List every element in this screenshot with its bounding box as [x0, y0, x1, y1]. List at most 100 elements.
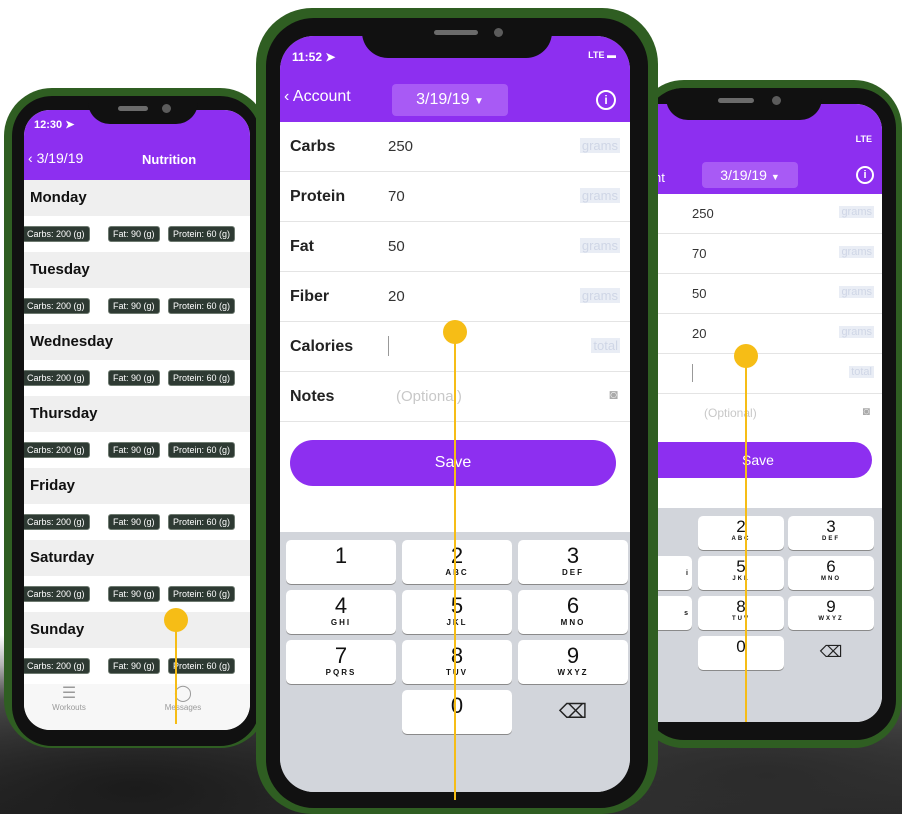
backspace-key[interactable]: ⌫	[518, 690, 628, 734]
day-header[interactable]: Monday	[24, 180, 250, 216]
macro-tag: Fat: 90 (g)	[108, 226, 160, 242]
notes-input[interactable]: (Optional)	[704, 406, 757, 420]
key-9[interactable]: 9 WXYZ	[518, 640, 628, 684]
macro-tag: Fat: 90 (g)	[108, 442, 160, 458]
form-row-fiber[interactable]: Fiber 20 grams	[280, 272, 630, 322]
caret-down-icon: ▼	[770, 172, 780, 182]
key-digit: 8	[736, 597, 746, 616]
key-digit: 7	[334, 643, 348, 668]
key-digit: 5	[736, 557, 746, 576]
macro-tag: Protein: 60 (g)	[168, 298, 236, 314]
key-6[interactable]: 6 MNO	[518, 590, 628, 634]
field-label: Fat	[290, 238, 314, 255]
day-header[interactable]: Friday	[24, 468, 250, 504]
save-button[interactable]: Save	[644, 442, 872, 478]
form-row[interactable]: 50 grams	[644, 274, 882, 314]
notes-row[interactable]: (Optional) ◙	[644, 394, 882, 434]
field-value[interactable]: 70	[388, 188, 405, 205]
unit-label: grams	[839, 206, 874, 218]
day-header[interactable]: Saturday	[24, 540, 250, 576]
backspace-key[interactable]: ⌫	[788, 636, 874, 670]
form-row-fat[interactable]: Fat 50 grams	[280, 222, 630, 272]
unit-label: grams	[579, 288, 620, 303]
form-row[interactable]: 250 grams	[644, 194, 882, 234]
form-row[interactable]: 70 grams	[644, 234, 882, 274]
back-button[interactable]: ‹ 3/19/19	[28, 150, 83, 166]
key-letters: DEF	[822, 536, 840, 542]
tab-messages[interactable]: ◯ Messages	[156, 683, 210, 712]
key-6[interactable]: 6 MNO	[788, 556, 874, 590]
text-cursor[interactable]	[692, 364, 693, 382]
day-header[interactable]: Thursday	[24, 396, 250, 432]
right-phone-frame: LTE nt 3/19/19 ▼ i Save 2 ABC 3 DEF 5 JKL 6 MNO…	[636, 80, 902, 748]
save-button[interactable]: Save	[290, 440, 616, 486]
unit-label: grams	[579, 238, 620, 253]
field-value[interactable]: 250	[692, 206, 714, 221]
day-header[interactable]: Sunday	[24, 612, 250, 648]
macro-tag: Carbs: 200 (g)	[24, 658, 90, 674]
notes-input[interactable]: (Optional)	[396, 388, 462, 405]
form-row-protein[interactable]: Protein 70 grams	[280, 172, 630, 222]
form-row-carbs[interactable]: Carbs 250 grams	[280, 122, 630, 172]
date-value: 3/19/19	[720, 167, 767, 183]
key-letters: JKL	[446, 618, 468, 627]
key-7[interactable]: 7 PQRS	[286, 640, 396, 684]
key-digit: 5	[450, 593, 464, 618]
unit-label: grams	[839, 326, 874, 338]
day-header[interactable]: Wednesday	[24, 324, 250, 360]
info-icon[interactable]: i	[596, 90, 616, 110]
day-header[interactable]: Tuesday	[24, 252, 250, 288]
date-value: 3/19/19	[416, 91, 470, 108]
key-3[interactable]: 3 DEF	[788, 516, 874, 550]
camera-icon[interactable]: ◙	[610, 386, 618, 402]
key-4[interactable]: 4 GHI	[286, 590, 396, 634]
camera-icon[interactable]: ◙	[863, 404, 870, 418]
field-value[interactable]: 20	[692, 326, 706, 341]
key-5[interactable]: 5 JKL	[402, 590, 512, 634]
list-icon: ☰	[61, 685, 77, 702]
key-letters: MNO	[560, 618, 586, 627]
field-value[interactable]: 50	[388, 238, 405, 255]
key-3[interactable]: 3 DEF	[518, 540, 628, 584]
key-letters: JKL	[732, 576, 750, 582]
macro-tag: Fat: 90 (g)	[108, 514, 160, 530]
key-digit: 0	[736, 637, 746, 656]
info-icon[interactable]: i	[856, 166, 874, 184]
key-5[interactable]: 5 JKL	[698, 556, 784, 590]
field-value[interactable]: 70	[692, 246, 706, 261]
macro-tag: Protein: 60 (g)	[168, 514, 236, 530]
key-8[interactable]: 8 TUV	[402, 640, 512, 684]
macro-row: Carbs: 200 (g) Fat: 90 (g) Protein: 60 (g)	[24, 576, 250, 612]
tab-workouts[interactable]: ☰ Workouts	[44, 683, 94, 712]
key-digit: 2	[450, 543, 464, 568]
back-button[interactable]: ‹ Account	[284, 88, 351, 106]
field-value[interactable]: 250	[388, 138, 413, 155]
key-letters: GHI	[330, 618, 352, 627]
unit-label: grams	[579, 188, 620, 203]
unit-label: grams	[839, 286, 874, 298]
key-1[interactable]: 1	[286, 540, 396, 584]
date-picker[interactable]: 3/19/19 ▼	[392, 84, 508, 116]
form-row[interactable]: 20 grams	[644, 314, 882, 354]
macro-tag: Carbs: 200 (g)	[24, 442, 90, 458]
macro-row: Carbs: 200 (g) Fat: 90 (g) Protein: 60 (g)	[24, 288, 250, 324]
key-0[interactable]: 0	[698, 636, 784, 670]
field-label: Fiber	[290, 288, 330, 305]
macro-tag: Fat: 90 (g)	[108, 586, 160, 602]
key-2[interactable]: 2 ABC	[402, 540, 512, 584]
field-label: Carbs	[290, 138, 336, 155]
status-time: 11:52	[292, 50, 323, 64]
form-row[interactable]: stotal	[644, 354, 882, 394]
key-8[interactable]: 8 TUV	[698, 596, 784, 630]
key-0[interactable]: 0	[402, 690, 512, 734]
text-cursor[interactable]	[388, 336, 389, 356]
status-network: LTE	[855, 134, 872, 144]
field-value[interactable]: 20	[388, 288, 405, 305]
key-2[interactable]: 2 ABC	[698, 516, 784, 550]
left-phone-frame: 12:30 ➤ ‹ 3/19/19 Nutrition ☰ Workouts ◯…	[4, 88, 268, 748]
key-digit: 1	[334, 543, 348, 568]
field-value[interactable]: 50	[692, 286, 706, 301]
date-picker[interactable]: 3/19/19 ▼	[702, 162, 798, 188]
key-9[interactable]: 9 WXYZ	[788, 596, 874, 630]
key-letters: TUV	[732, 616, 750, 622]
